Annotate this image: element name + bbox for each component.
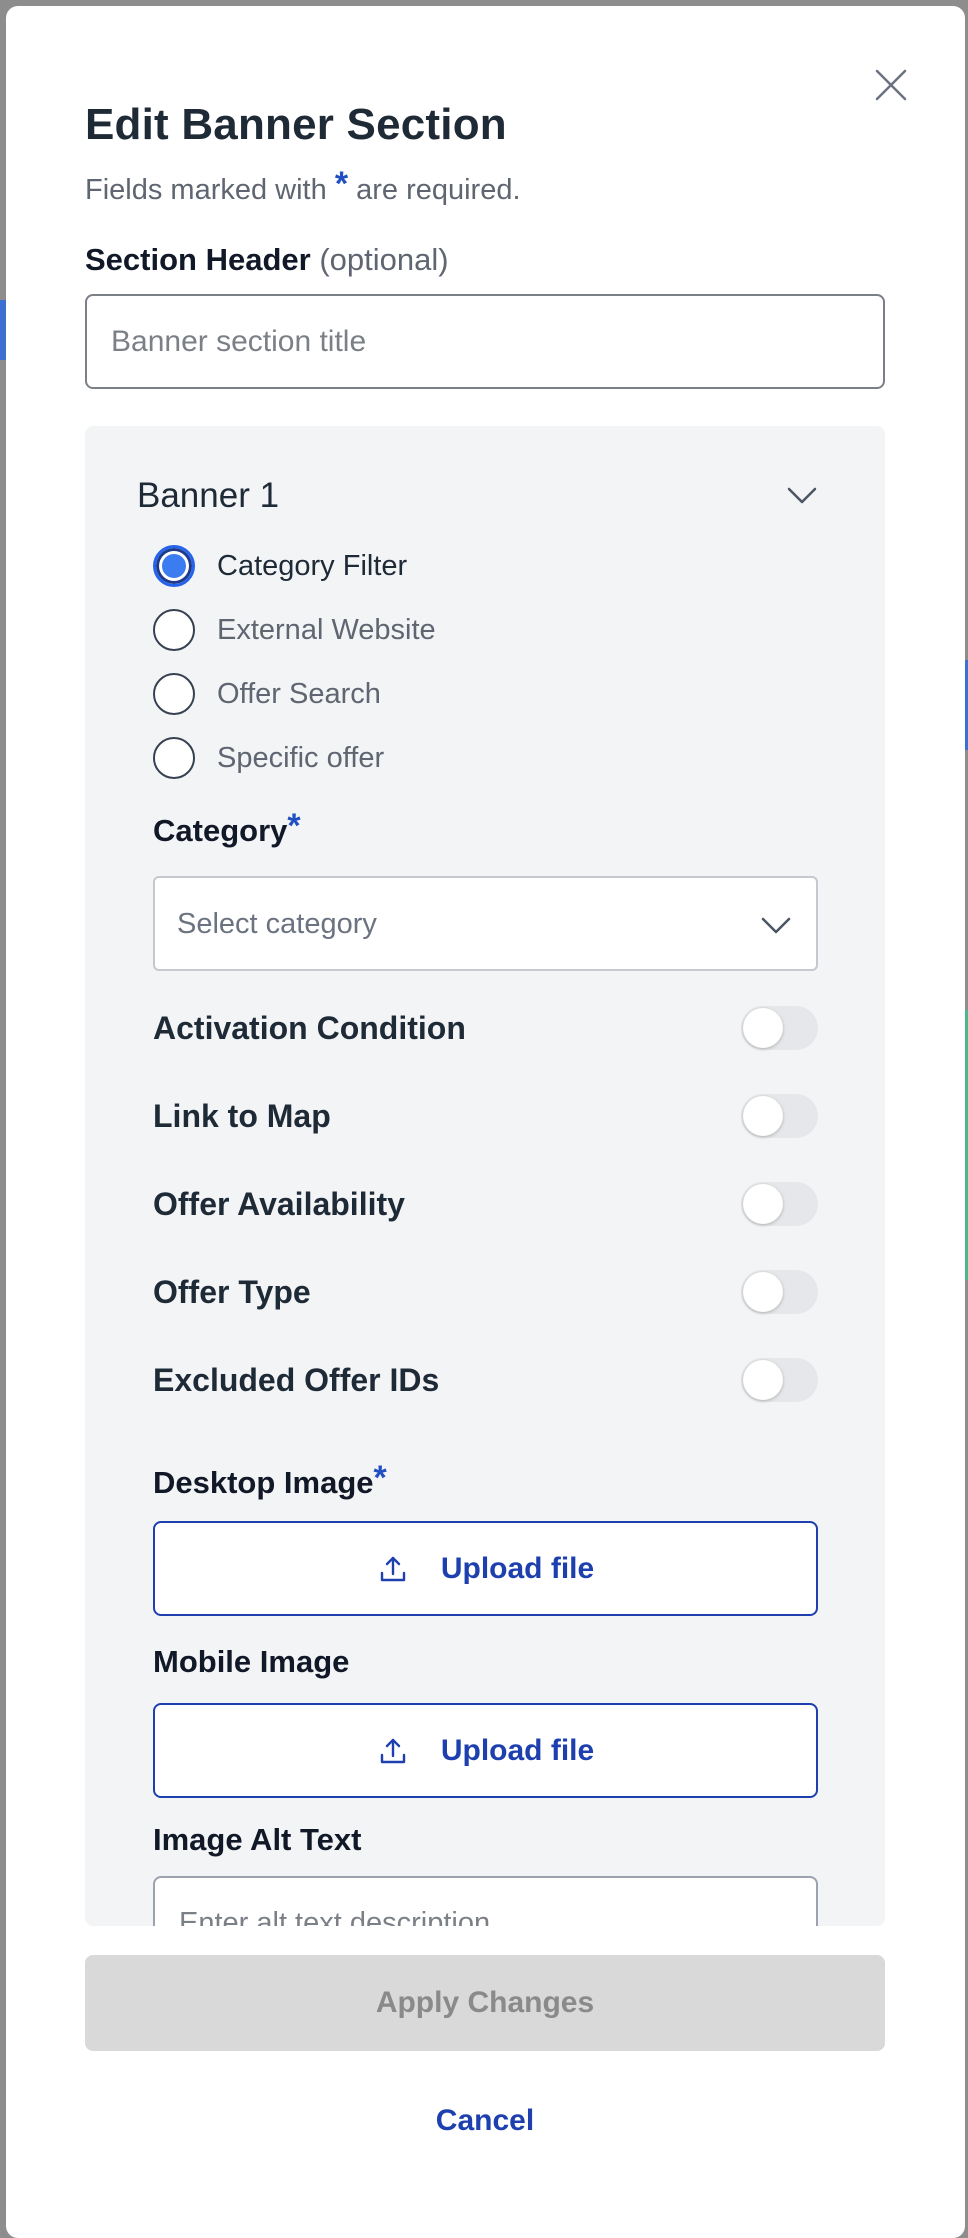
toggle-row-link-to-map: Link to Map [153,1092,818,1142]
close-button[interactable] [871,65,911,105]
cancel-button[interactable]: Cancel [85,2096,885,2146]
section-header-label-text: Section Header [85,242,311,277]
edit-banner-dialog: Edit Banner Section Fields marked with *… [6,6,965,2238]
radio-category-filter[interactable]: Category Filter [153,541,407,591]
section-header-input[interactable] [85,294,885,389]
toggle-knob [743,1360,783,1400]
desktop-image-label-text: Desktop Image [153,1465,374,1500]
radio-offer-search[interactable]: Offer Search [153,669,381,719]
category-label: Category* [153,807,301,850]
apply-changes-button[interactable]: Apply Changes [85,1955,885,2051]
desktop-image-upload-button[interactable]: Upload file [153,1521,818,1616]
radio-external-website[interactable]: External Website [153,605,436,655]
chevron-down-icon [787,487,817,504]
cancel-button-label: Cancel [435,2104,535,2137]
required-star: * [373,1459,387,1497]
radio-button[interactable] [153,673,195,715]
banner-title: Banner 1 [137,476,280,515]
banner-panel: Banner 1 Category Filter External Websit… [85,426,885,1926]
toggle-label: Activation Condition [153,1010,466,1046]
toggle-row-offer-type: Offer Type [153,1268,818,1318]
optional-hint: (optional) [319,242,449,277]
toggle-knob [743,1096,783,1136]
category-select[interactable]: Select category [153,876,818,971]
radio-label: Specific offer [217,741,385,774]
toggle-row-excluded-offer-ids: Excluded Offer IDs [153,1356,818,1406]
desktop-image-label: Desktop Image* [153,1459,387,1502]
note-text-before: Fields marked with [85,174,335,206]
radio-label: Category Filter [217,549,408,582]
chevron-down-icon [761,917,791,934]
toggle-label: Offer Availability [153,1186,405,1222]
category-label-text: Category [153,813,288,848]
upload-icon [380,1738,406,1763]
upload-icon [380,1556,406,1581]
section-header-label: Section Header (optional) [85,242,449,278]
radio-button[interactable] [153,737,195,779]
toggle-label: Link to Map [153,1098,331,1134]
toggle-label: Offer Type [153,1274,311,1310]
toggle-knob [743,1008,783,1048]
toggle-label: Excluded Offer IDs [153,1362,440,1398]
required-fields-note: Fields marked with * are required. [85,165,521,208]
category-select-placeholder: Select category [177,908,377,940]
note-text-after: are required. [348,174,521,206]
required-star: * [334,165,349,203]
radio-label: External Website [217,613,436,646]
required-star: * [287,807,301,845]
mobile-image-label: Mobile Image [153,1644,350,1679]
alt-text-input[interactable] [153,1876,818,1926]
toggle-row-activation-condition: Activation Condition [153,1004,818,1054]
toggle-row-offer-availability: Offer Availability [153,1180,818,1230]
upload-button-label: Upload file [440,1733,595,1767]
excluded-offer-ids-toggle[interactable] [741,1358,818,1402]
activation-condition-toggle[interactable] [741,1006,818,1050]
apply-button-label: Apply Changes [375,1986,595,2019]
offer-availability-toggle[interactable] [741,1182,818,1226]
radio-label: Offer Search [217,677,381,710]
toggle-knob [743,1184,783,1224]
radio-button[interactable] [153,609,195,651]
radio-button-checked[interactable] [153,545,195,587]
offer-type-toggle[interactable] [741,1270,818,1314]
toggle-knob [743,1272,783,1312]
collapse-banner-button[interactable] [785,478,819,512]
alt-text-label: Image Alt Text [153,1822,362,1857]
link-to-map-toggle[interactable] [741,1094,818,1138]
dialog-title: Edit Banner Section [85,100,507,149]
close-icon [875,69,907,101]
upload-button-label: Upload file [440,1551,595,1585]
mobile-image-upload-button[interactable]: Upload file [153,1703,818,1798]
radio-specific-offer[interactable]: Specific offer [153,733,384,783]
